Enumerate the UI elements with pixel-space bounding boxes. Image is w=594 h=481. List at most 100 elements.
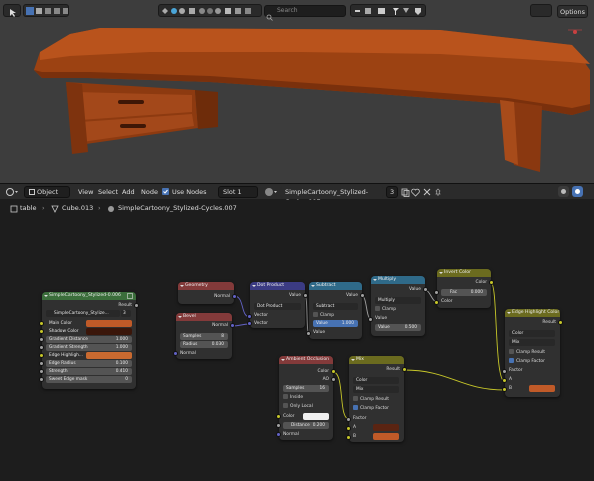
group-output-socket[interactable] [134,303,139,308]
mix-a-color-swatch[interactable] [373,424,399,431]
dot-product-node-header[interactable]: Dot Product [250,282,305,290]
mix-factor-socket[interactable] [346,417,351,422]
group-input-field[interactable]: Edge Highligh... [46,352,132,359]
edge-a-socket[interactable] [502,378,507,383]
ao-samples-field[interactable]: Samples 16 [283,385,329,392]
multiply-node-header[interactable]: Multiply [371,276,425,284]
subtract-value-in-socket[interactable] [306,331,311,336]
group-input-socket[interactable] [39,377,44,382]
menu-add[interactable]: Add [122,187,135,197]
mix-clamp-result-checkbox[interactable] [353,396,358,401]
breadcrumb-mesh[interactable]: Cube.013 [62,204,93,212]
ao-distance-socket[interactable] [276,423,281,428]
search-input[interactable]: Search [264,5,346,17]
pin-icon[interactable] [434,188,442,198]
group-datablock-field[interactable]: SimpleCartoony_Stylize... [46,310,120,317]
ao-ao-out-socket[interactable] [331,377,336,382]
edge-highlight-node-header[interactable]: Edge Highlight Color [505,309,560,317]
edge-clamp-factor-checkbox[interactable] [509,358,514,363]
edge-datatype-dropdown[interactable]: Color [509,330,555,337]
multiply-clamp-row[interactable]: Clamp [375,306,421,313]
group-input-field[interactable]: Shadow Color [46,328,132,335]
options-button[interactable]: Options [557,5,588,18]
bevel-samples-field[interactable]: Samples 8 [180,333,228,340]
group-input-socket[interactable] [39,329,44,334]
overlay-icon[interactable] [572,186,583,197]
ao-color-swatch[interactable] [303,413,329,420]
mix-datatype-dropdown[interactable]: Color [353,377,399,384]
mix-blend-dropdown[interactable]: Mix [353,386,399,393]
ao-color-in-socket[interactable] [276,414,281,419]
group-input-color-swatch[interactable] [86,352,132,359]
dot-value-socket[interactable] [303,293,308,298]
group-input-field[interactable]: Edge Radius 0.100 [46,360,132,367]
user-count-badge[interactable]: 3 [386,186,398,198]
mix-clamp-result-row[interactable]: Clamp Result [353,396,400,403]
mix-node-header[interactable]: Mix [349,356,404,364]
edge-clamp-result-checkbox[interactable] [509,349,514,354]
group-input-field[interactable]: Sweet Edge mask 0 [46,376,132,383]
edge-b-color-swatch[interactable] [529,385,555,392]
ao-only-local-row[interactable]: Only Local [283,403,329,410]
subtract-value-out-socket[interactable] [360,293,365,298]
snapping-icon[interactable] [558,186,569,197]
mix-node[interactable]: Mix Result Color Mix Clamp Result Clamp … [346,356,407,442]
subtract-value-field[interactable]: Value 1.000 [313,320,358,327]
menu-view[interactable]: View [78,187,93,197]
mix-result-socket[interactable] [402,367,407,372]
shader-type-dropdown[interactable]: Object [24,186,70,198]
ambient-occlusion-node[interactable]: Ambient Occlusion Color AO Samples 16 Ins… [276,356,336,440]
ao-inside-row[interactable]: Inside [283,394,329,401]
ao-normal-in-socket[interactable] [276,432,281,437]
group-input-socket[interactable] [39,321,44,326]
menu-select[interactable]: Select [98,187,118,197]
group-node-header[interactable]: SimpleCartoony_Stylized-0.006 [42,292,136,300]
dot-vector-in1-socket[interactable] [247,314,252,319]
subtract-mode-dropdown[interactable]: Subtract [313,303,358,310]
edge-blend-dropdown[interactable]: Mix [509,339,555,346]
ao-node-header[interactable]: Ambient Occlusion [279,356,333,364]
geometry-normal-socket[interactable] [232,294,237,299]
menu-node[interactable]: Node [141,187,158,197]
group-users-field[interactable]: 3 [121,310,131,317]
use-nodes-checkbox[interactable] [162,188,169,195]
breadcrumb-object[interactable]: table [20,204,36,212]
subtract-clamp-row[interactable]: Clamp [313,312,358,319]
3d-viewport[interactable]: Search Options [0,0,594,183]
edge-factor-socket[interactable] [502,369,507,374]
edge-result-socket[interactable] [558,320,563,325]
edge-clamp-result-row[interactable]: Clamp Result [509,349,556,356]
mix-a-socket[interactable] [346,426,351,431]
bevel-normal-out-socket[interactable] [230,323,235,328]
ao-inside-checkbox[interactable] [283,394,288,399]
close-icon[interactable] [423,188,431,198]
material-name-field[interactable]: SimpleCartoony_Stylized-Cycles.007 [280,186,384,206]
group-input-socket[interactable] [39,337,44,342]
mix-clamp-factor-row[interactable]: Clamp Factor [353,405,400,412]
invert-color-node[interactable]: Invert Color Color Fac 0.000 Color [434,269,494,308]
duplicate-material-icon[interactable] [401,188,410,199]
group-input-field[interactable]: Gradient Strength 1.000 [46,344,132,351]
mix-clamp-factor-checkbox[interactable] [353,405,358,410]
bevel-radius-field[interactable]: Radius 0.030 [180,341,228,348]
edge-clamp-factor-row[interactable]: Clamp Factor [509,358,556,365]
group-input-field[interactable]: Gradient Distance 1.000 [46,336,132,343]
ao-color-out-socket[interactable] [331,369,336,374]
invert-color-node-header[interactable]: Invert Color [437,269,491,277]
group-input-color-swatch[interactable] [86,328,132,335]
edge-highlight-node[interactable]: Edge Highlight Color Result Color Mix Cl… [502,309,563,397]
dot-mode-dropdown[interactable]: Dot Product [254,303,301,310]
bevel-node-header[interactable]: Bevel [176,313,232,321]
multiply-node[interactable]: Multiply Value Multiply Clamp Value Valu… [368,276,428,336]
multiply-value-field[interactable]: Value 0.500 [375,324,421,331]
invert-fac-socket[interactable] [434,290,439,295]
ao-distance-field[interactable]: Distance 0.200 [283,422,329,429]
breadcrumb-material[interactable]: SimpleCartoony_Stylized-Cycles.007 [118,204,237,212]
mix-b-socket[interactable] [346,435,351,440]
fake-user-icon[interactable] [411,188,420,199]
invert-color-out-socket[interactable] [489,280,494,285]
subtract-node[interactable]: Subtract Value Subtract Clamp Value 1.000… [306,282,365,339]
group-input-socket[interactable] [39,353,44,358]
geometry-node-header[interactable]: Geometry [178,282,234,290]
dot-vector-in2-socket[interactable] [247,321,252,326]
